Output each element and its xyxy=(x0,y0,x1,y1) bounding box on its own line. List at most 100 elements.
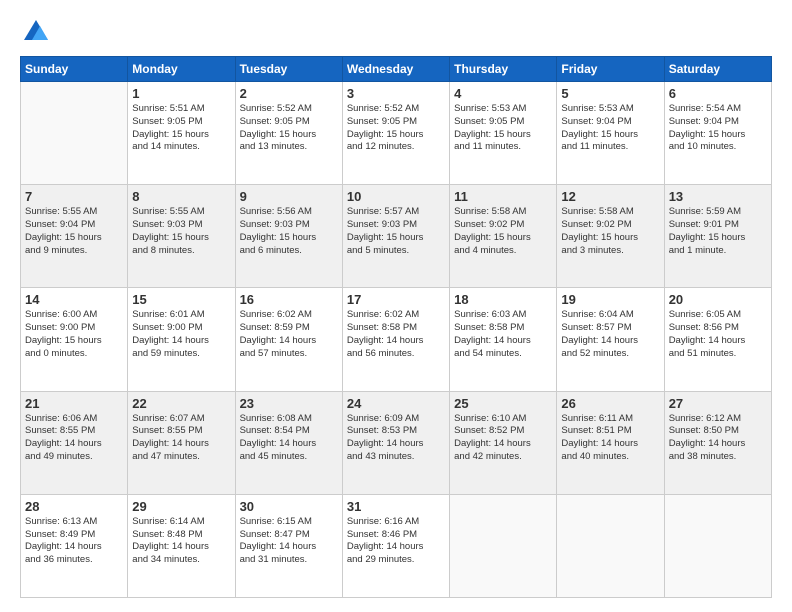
day-info: Sunrise: 5:55 AM Sunset: 9:03 PM Dayligh… xyxy=(132,206,230,257)
page: SundayMondayTuesdayWednesdayThursdayFrid… xyxy=(0,0,792,612)
day-cell: 4Sunrise: 5:53 AM Sunset: 9:05 PM Daylig… xyxy=(450,82,557,185)
day-number: 13 xyxy=(669,189,767,204)
day-cell: 12Sunrise: 5:58 AM Sunset: 9:02 PM Dayli… xyxy=(557,185,664,288)
day-cell: 19 Sunrise: 6:04 AM Sunset: 8:57 PM Dayli… xyxy=(557,288,664,391)
day-info: Sunrise: 6:13 AM Sunset: 8:49 PM Dayligh… xyxy=(25,516,123,567)
col-header-saturday: Saturday xyxy=(664,57,771,82)
header-row: SundayMondayTuesdayWednesdayThursdayFrid… xyxy=(21,57,772,82)
day-number: 3 xyxy=(347,86,445,101)
day-info: Sunrise: 6:00 AM Sunset: 9:00 PM Dayligh… xyxy=(25,309,123,360)
day-info: Sunrise: 6:10 AM Sunset: 8:52 PM Dayligh… xyxy=(454,413,552,464)
day-number: 28 xyxy=(25,499,123,514)
day-cell xyxy=(557,494,664,597)
col-header-monday: Monday xyxy=(128,57,235,82)
day-number: 10 xyxy=(347,189,445,204)
day-info: Sunrise: 5:52 AM Sunset: 9:05 PM Dayligh… xyxy=(347,103,445,154)
day-number: 17 xyxy=(347,292,445,307)
day-number: 5 xyxy=(561,86,659,101)
day-number: 20 xyxy=(669,292,767,307)
day-info: Sunrise: 5:52 AM Sunset: 9:05 PM Dayligh… xyxy=(240,103,338,154)
day-number: 16 xyxy=(240,292,338,307)
logo xyxy=(20,18,50,46)
day-cell xyxy=(664,494,771,597)
day-number: 29 xyxy=(132,499,230,514)
day-cell: 21Sunrise: 6:06 AM Sunset: 8:55 PM Dayli… xyxy=(21,391,128,494)
day-cell: 5 Sunrise: 5:53 AM Sunset: 9:04 PM Daylig… xyxy=(557,82,664,185)
col-header-friday: Friday xyxy=(557,57,664,82)
day-cell: 8 Sunrise: 5:55 AM Sunset: 9:03 PM Daylig… xyxy=(128,185,235,288)
day-number: 4 xyxy=(454,86,552,101)
day-cell: 17 Sunrise: 6:02 AM Sunset: 8:58 PM Dayli… xyxy=(342,288,449,391)
day-cell: 3 Sunrise: 5:52 AM Sunset: 9:05 PM Daylig… xyxy=(342,82,449,185)
day-number: 15 xyxy=(132,292,230,307)
day-info: Sunrise: 5:55 AM Sunset: 9:04 PM Dayligh… xyxy=(25,206,123,257)
week-row-1: 1 Sunrise: 5:51 AM Sunset: 9:05 PM Daylig… xyxy=(21,82,772,185)
day-cell: 26 Sunrise: 6:11 AM Sunset: 8:51 PM Dayli… xyxy=(557,391,664,494)
day-number: 11 xyxy=(454,189,552,204)
day-cell: 23Sunrise: 6:08 AM Sunset: 8:54 PM Dayli… xyxy=(235,391,342,494)
logo-icon xyxy=(22,18,50,46)
day-number: 25 xyxy=(454,396,552,411)
day-cell: 24 Sunrise: 6:09 AM Sunset: 8:53 PM Dayli… xyxy=(342,391,449,494)
day-number: 1 xyxy=(132,86,230,101)
day-info: Sunrise: 5:51 AM Sunset: 9:05 PM Dayligh… xyxy=(132,103,230,154)
day-cell: 16 Sunrise: 6:02 AM Sunset: 8:59 PM Dayli… xyxy=(235,288,342,391)
day-info: Sunrise: 6:16 AM Sunset: 8:46 PM Dayligh… xyxy=(347,516,445,567)
day-info: Sunrise: 6:03 AM Sunset: 8:58 PM Dayligh… xyxy=(454,309,552,360)
day-cell: 15 Sunrise: 6:01 AM Sunset: 9:00 PM Dayli… xyxy=(128,288,235,391)
day-cell: 1 Sunrise: 5:51 AM Sunset: 9:05 PM Daylig… xyxy=(128,82,235,185)
week-row-2: 7 Sunrise: 5:55 AM Sunset: 9:04 PM Daylig… xyxy=(21,185,772,288)
day-number: 9 xyxy=(240,189,338,204)
day-number: 26 xyxy=(561,396,659,411)
day-cell: 28 Sunrise: 6:13 AM Sunset: 8:49 PM Dayli… xyxy=(21,494,128,597)
day-number: 6 xyxy=(669,86,767,101)
day-number: 19 xyxy=(561,292,659,307)
day-number: 7 xyxy=(25,189,123,204)
day-cell: 7 Sunrise: 5:55 AM Sunset: 9:04 PM Daylig… xyxy=(21,185,128,288)
day-cell: 31 Sunrise: 6:16 AM Sunset: 8:46 PM Dayli… xyxy=(342,494,449,597)
day-cell xyxy=(450,494,557,597)
day-info: Sunrise: 6:14 AM Sunset: 8:48 PM Dayligh… xyxy=(132,516,230,567)
day-cell: 13 Sunrise: 5:59 AM Sunset: 9:01 PM Dayli… xyxy=(664,185,771,288)
calendar-table: SundayMondayTuesdayWednesdayThursdayFrid… xyxy=(20,56,772,598)
day-info: Sunrise: 6:11 AM Sunset: 8:51 PM Dayligh… xyxy=(561,413,659,464)
day-cell: 6 Sunrise: 5:54 AM Sunset: 9:04 PM Daylig… xyxy=(664,82,771,185)
day-cell: 20Sunrise: 6:05 AM Sunset: 8:56 PM Dayli… xyxy=(664,288,771,391)
col-header-sunday: Sunday xyxy=(21,57,128,82)
day-info: Sunrise: 5:54 AM Sunset: 9:04 PM Dayligh… xyxy=(669,103,767,154)
day-info: Sunrise: 5:53 AM Sunset: 9:04 PM Dayligh… xyxy=(561,103,659,154)
day-cell: 10 Sunrise: 5:57 AM Sunset: 9:03 PM Dayli… xyxy=(342,185,449,288)
day-info: Sunrise: 6:02 AM Sunset: 8:58 PM Dayligh… xyxy=(347,309,445,360)
day-info: Sunrise: 6:12 AM Sunset: 8:50 PM Dayligh… xyxy=(669,413,767,464)
day-number: 31 xyxy=(347,499,445,514)
col-header-tuesday: Tuesday xyxy=(235,57,342,82)
day-info: Sunrise: 6:01 AM Sunset: 9:00 PM Dayligh… xyxy=(132,309,230,360)
day-cell: 27 Sunrise: 6:12 AM Sunset: 8:50 PM Dayli… xyxy=(664,391,771,494)
day-info: Sunrise: 6:02 AM Sunset: 8:59 PM Dayligh… xyxy=(240,309,338,360)
day-cell: 11 Sunrise: 5:58 AM Sunset: 9:02 PM Dayli… xyxy=(450,185,557,288)
day-cell: 30Sunrise: 6:15 AM Sunset: 8:47 PM Dayli… xyxy=(235,494,342,597)
day-number: 30 xyxy=(240,499,338,514)
week-row-3: 14 Sunrise: 6:00 AM Sunset: 9:00 PM Dayli… xyxy=(21,288,772,391)
day-number: 24 xyxy=(347,396,445,411)
day-cell: 29 Sunrise: 6:14 AM Sunset: 8:48 PM Dayli… xyxy=(128,494,235,597)
day-cell: 22Sunrise: 6:07 AM Sunset: 8:55 PM Dayli… xyxy=(128,391,235,494)
day-info: Sunrise: 5:58 AM Sunset: 9:02 PM Dayligh… xyxy=(454,206,552,257)
day-number: 14 xyxy=(25,292,123,307)
day-number: 2 xyxy=(240,86,338,101)
day-info: Sunrise: 5:59 AM Sunset: 9:01 PM Dayligh… xyxy=(669,206,767,257)
week-row-4: 21Sunrise: 6:06 AM Sunset: 8:55 PM Dayli… xyxy=(21,391,772,494)
day-number: 22 xyxy=(132,396,230,411)
day-cell: 9Sunrise: 5:56 AM Sunset: 9:03 PM Daylig… xyxy=(235,185,342,288)
day-info: Sunrise: 5:57 AM Sunset: 9:03 PM Dayligh… xyxy=(347,206,445,257)
header xyxy=(20,18,772,46)
day-cell: 2 Sunrise: 5:52 AM Sunset: 9:05 PM Daylig… xyxy=(235,82,342,185)
day-info: Sunrise: 6:09 AM Sunset: 8:53 PM Dayligh… xyxy=(347,413,445,464)
day-number: 12 xyxy=(561,189,659,204)
day-number: 8 xyxy=(132,189,230,204)
day-number: 18 xyxy=(454,292,552,307)
day-info: Sunrise: 6:04 AM Sunset: 8:57 PM Dayligh… xyxy=(561,309,659,360)
day-info: Sunrise: 6:08 AM Sunset: 8:54 PM Dayligh… xyxy=(240,413,338,464)
day-cell: 25 Sunrise: 6:10 AM Sunset: 8:52 PM Dayli… xyxy=(450,391,557,494)
day-number: 27 xyxy=(669,396,767,411)
